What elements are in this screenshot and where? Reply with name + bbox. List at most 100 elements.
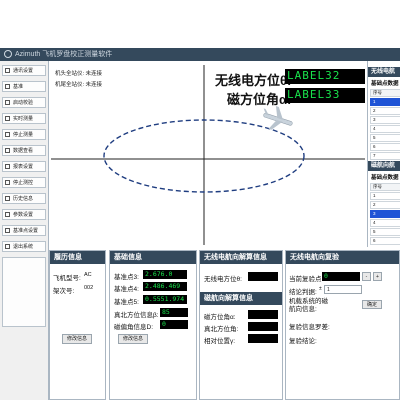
radio-result-title: 无线电航向解算信息 (200, 251, 282, 264)
recheck-confirm-button[interactable]: 确定 (362, 300, 382, 309)
history-icon (5, 196, 10, 201)
basic-edit-button[interactable]: 修改信息 (118, 334, 148, 344)
radio-table-row[interactable]: 3 (370, 116, 400, 124)
judge-criteria-input[interactable]: 1 (324, 285, 362, 294)
radio-table-row[interactable]: 2 (370, 107, 400, 115)
true-north-bearing-label: 真北方位角: (204, 326, 239, 333)
mag-table-row[interactable]: 5 (370, 228, 400, 236)
crosshair-icon (5, 84, 10, 89)
radio-table-header: 序号 (370, 89, 400, 97)
mag-table-header: 序号 (370, 183, 400, 191)
radio-table-row[interactable]: 4 (370, 125, 400, 133)
exit-icon (5, 244, 10, 249)
recheck-title: 无线电航向复验 (286, 251, 399, 264)
mag-declination-value: 0 (160, 320, 188, 329)
rack-number-label: 架次号: (53, 288, 75, 295)
base-point-4-value: 2.486.469 (143, 282, 187, 291)
radio-bearing-display: LABEL32 (285, 69, 365, 84)
mag-table-row[interactable]: 4 (370, 219, 400, 227)
mag-table-row[interactable]: 1 (370, 192, 400, 200)
aircraft-model-value: AC (84, 272, 92, 278)
base-point-5-label: 基准点5: (114, 299, 139, 306)
basic-info-title: 基础信息 (110, 251, 196, 264)
sidebar-item-baseline[interactable]: 基准 (2, 81, 46, 92)
base-point-5-value: 0.5551.974 (143, 295, 187, 304)
app-logo-icon (4, 50, 12, 58)
sidebar-item-stop-control[interactable]: 停止测控 (2, 177, 46, 188)
radio-bearing-label: 无线电方位θ: (215, 73, 292, 88)
resume-edit-button[interactable]: 修改信息 (62, 334, 92, 344)
sidebar-item-realtime[interactable]: 实时测量 (2, 113, 46, 124)
recheck-error-label: 复验信息罗差: (289, 324, 330, 331)
mag-table-row[interactable]: 6 (370, 237, 400, 245)
airborne-mag-label: 机载系统的磁航向信息: (289, 298, 328, 313)
mag-data-header: 磁航向航 (368, 161, 400, 171)
radio-theta-label: 无线电方位θ: (204, 276, 242, 283)
sidebar-item-params[interactable]: 参数设置 (2, 209, 46, 220)
mag-alpha-value (248, 310, 278, 319)
radio-data-subtitle: 基础点数据 (371, 81, 399, 87)
mag-result-title: 磁航向解算信息 (200, 292, 282, 305)
compass-plot: 机头全站仪: 未连接 机尾全站仪: 未连接 无线电方位θ: LABEL32 磁方… (49, 61, 367, 247)
gauge-icon (5, 116, 10, 121)
sidebar-item-exit[interactable]: 退出系统 (2, 241, 46, 252)
sidebar-item-stop-measure[interactable]: 停止测量 (2, 129, 46, 140)
sidebar-item-base-points[interactable]: 基准点设置 (2, 225, 46, 236)
radio-table-row[interactable]: 5 (370, 134, 400, 142)
resume-panel: 履历信息 飞机型号: AC 架次号: 002 修改信息 (49, 250, 106, 400)
pause-icon (5, 180, 10, 185)
sidebar-item-start-check[interactable]: 启动校验 (2, 97, 46, 108)
rack-number-value: 002 (84, 285, 94, 291)
mag-alpha-label: 磁方位角α: (204, 314, 236, 321)
right-data-panel: 无线电航 基础点数据 序号 1234567 磁航向航 基础点数据 序号 1234… (367, 61, 400, 247)
radio-data-header: 无线电航 (368, 67, 400, 77)
base-point-3-label: 基准点3: (114, 274, 139, 281)
true-north-bearing-value (248, 322, 278, 331)
radio-result-panel: 无线电航向解算信息 无线电方位θ: 磁航向解算信息 磁方位角α: 真北方位角: … (199, 250, 283, 400)
head-station-status: 机头全站仪: 未连接 (55, 71, 103, 77)
radio-table-row[interactable]: 1 (370, 98, 400, 106)
sidebar: 通讯设置 基准 启动校验 实时测量 停止测量 数据查看 报表设置 停止测控 历史… (0, 61, 49, 400)
recheck-panel: 无线电航向复验 当前复验点: 0 - + 结论判据: ± 1 机载系统的磁航向信… (285, 250, 400, 400)
point-increment-button[interactable]: + (373, 272, 382, 281)
judge-criteria-prefix: ± (319, 286, 322, 292)
tail-station-status: 机尾全站仪: 未连接 (55, 82, 103, 88)
true-north-label: 真北方位信息β: (114, 312, 159, 319)
stop-icon (5, 132, 10, 137)
sidebar-blank-panel (2, 257, 46, 327)
current-point-value: 0 (322, 272, 360, 281)
recheck-result-label: 复验结论: (289, 338, 317, 345)
title-bar: Azimuth 飞机罗盘校正测量软件 (0, 48, 400, 61)
sidebar-item-report[interactable]: 报表设置 (2, 161, 46, 172)
mag-bearing-label: 磁方位角α: (227, 92, 292, 107)
resume-panel-title: 履历信息 (50, 251, 105, 264)
basic-info-panel: 基础信息 基准点3: 2.676.0 基准点4: 2.486.469 基准点5:… (109, 250, 197, 400)
aircraft-model-label: 飞机型号: (53, 275, 81, 282)
mag-data-subtitle: 基础点数据 (371, 175, 399, 181)
sidebar-item-history[interactable]: 历史信息 (2, 193, 46, 204)
relative-position-label: 相对位置γ: (204, 338, 236, 345)
base-point-3-value: 2.676.0 (143, 270, 187, 279)
sidebar-item-data-view[interactable]: 数据查看 (2, 145, 46, 156)
gear-icon (5, 212, 10, 217)
mag-declination-label: 磁偏角信息D: (114, 324, 153, 331)
judge-criteria-label: 结论判据: (289, 289, 317, 296)
base-point-4-label: 基准点4: (114, 286, 139, 293)
mag-table-row[interactable]: 2 (370, 201, 400, 209)
check-icon (5, 100, 10, 105)
true-north-value: 85 (160, 308, 188, 317)
report-icon (5, 164, 10, 169)
mag-table-row[interactable]: 3 (370, 210, 400, 218)
point-decrement-button[interactable]: - (362, 272, 371, 281)
current-point-label: 当前复验点: (289, 276, 324, 283)
pin-icon (5, 228, 10, 233)
radio-theta-value (248, 272, 278, 281)
table-icon (5, 148, 10, 153)
relative-position-value (248, 334, 278, 343)
radio-table-row[interactable]: 6 (370, 143, 400, 151)
radio-table-row[interactable]: 7 (370, 152, 400, 160)
plug-icon (5, 68, 10, 73)
sidebar-item-comm[interactable]: 通讯设置 (2, 65, 46, 76)
app-title: Azimuth 飞机罗盘校正测量软件 (15, 51, 113, 58)
mag-bearing-display: LABEL33 (285, 88, 365, 103)
